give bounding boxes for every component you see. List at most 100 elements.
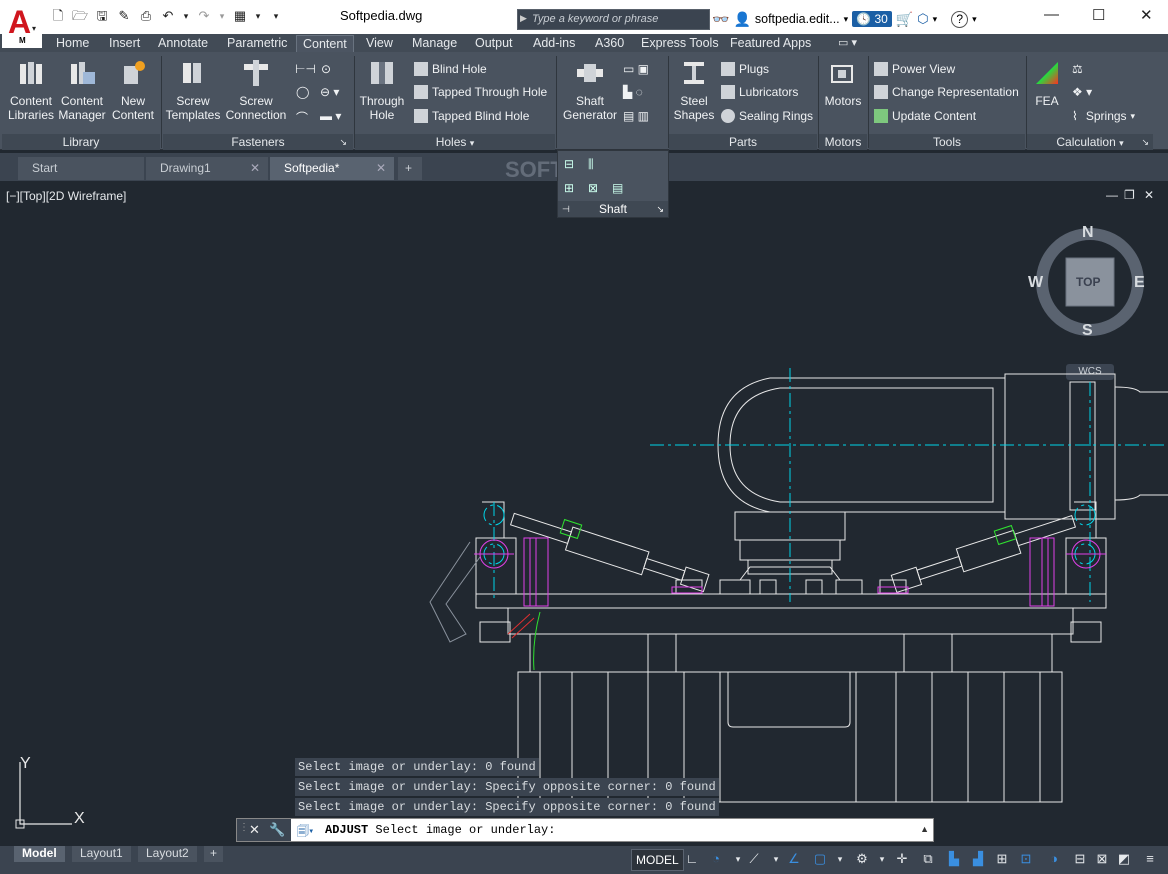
content-libraries-button[interactable]: Content Libraries xyxy=(6,58,56,122)
plus-tool-icon[interactable]: ✛ xyxy=(894,851,910,867)
quick-properties-icon[interactable]: ⊟ xyxy=(1072,851,1088,867)
through-hole-button[interactable]: Through Hole xyxy=(356,58,408,122)
model-space-button[interactable]: MODEL xyxy=(631,849,684,871)
undo-dropdown-icon[interactable]: ▾ xyxy=(182,8,190,24)
user-account-button[interactable]: softpedia.edit... xyxy=(755,12,840,26)
sealing-rings-button[interactable]: Sealing Rings xyxy=(721,109,813,123)
panel-title-calculation[interactable]: Calculation ▾ ↘ xyxy=(1027,134,1153,150)
tab-view[interactable]: View xyxy=(360,35,399,52)
shaft-tool-3-icon[interactable]: ⊞ xyxy=(564,181,574,195)
spring-clip-icon[interactable]: ⌒ xyxy=(296,109,308,126)
new-content-button[interactable]: New Content xyxy=(110,58,156,122)
object-snap-tracking-icon[interactable]: ∠ xyxy=(786,851,802,867)
bearing-icon[interactable]: ▙ ◌ xyxy=(623,85,643,99)
grid-icon[interactable]: ∟ xyxy=(684,851,700,867)
shaft-generator-button[interactable]: Shaft Generator xyxy=(559,58,621,122)
a360-dropdown-icon[interactable]: ▾ xyxy=(933,14,938,25)
tab-content[interactable]: Content xyxy=(296,35,354,52)
polar-tracking-icon[interactable]: ◔ xyxy=(708,851,724,867)
search-expand-icon[interactable]: ▶ xyxy=(520,13,527,24)
steel-shapes-button[interactable]: Steel Shapes xyxy=(672,58,716,122)
tab-annotate[interactable]: Annotate xyxy=(152,35,214,52)
shaft-tool-1-icon[interactable]: ⊟ xyxy=(564,157,574,171)
tab-output[interactable]: Output xyxy=(469,35,519,52)
lubricators-button[interactable]: Lubricators xyxy=(721,85,798,99)
panel-launcher-icon[interactable]: ↘ xyxy=(1141,134,1149,150)
shaft-tool-4-icon[interactable]: ⊠ xyxy=(588,181,598,195)
beam-calculator-icon[interactable]: ⚖ xyxy=(1072,62,1083,76)
layout-tab-model[interactable]: Model xyxy=(14,846,65,862)
a360-icon[interactable]: ⬡ xyxy=(917,11,928,27)
tab-home[interactable]: Home xyxy=(50,35,95,52)
open-file-icon[interactable]: 🗁 xyxy=(72,8,88,24)
help-dropdown-icon[interactable]: ▾ xyxy=(972,14,977,25)
annotation-scale-icon[interactable]: ▙ xyxy=(946,851,962,867)
redo-dropdown-icon[interactable]: ▾ xyxy=(218,8,226,24)
workspace-switch-icon[interactable]: ⧉ xyxy=(920,851,936,867)
file-tab-start[interactable]: Start xyxy=(18,157,144,180)
layout-tab-layout1[interactable]: Layout1 xyxy=(72,846,131,862)
isodraft-icon[interactable]: ⟋ xyxy=(746,851,762,867)
binoculars-icon[interactable]: 👓 xyxy=(712,11,729,28)
blind-hole-button[interactable]: Blind Hole xyxy=(414,62,487,76)
object-snap-icon[interactable]: ▢ xyxy=(812,851,828,867)
object-snap-dropdown-icon[interactable]: ▾ xyxy=(832,851,848,867)
shaft-tool-2-icon[interactable]: ⫼ xyxy=(588,157,594,172)
clean-screen-icon[interactable]: ◩ xyxy=(1116,851,1132,867)
annotation-autoscale-icon[interactable]: ⊞ xyxy=(994,851,1010,867)
maximize-icon[interactable]: ☐ xyxy=(1092,6,1105,24)
workspace-dropdown-icon[interactable]: ▾ xyxy=(254,8,262,24)
customize-qat-icon[interactable]: ▾ xyxy=(268,8,284,24)
bearing-calculator-icon[interactable]: ❖ ▾ xyxy=(1072,85,1092,99)
save-as-icon[interactable]: ✎ xyxy=(116,8,132,24)
tab-add-ins[interactable]: Add-ins xyxy=(527,35,581,52)
tapped-through-hole-button[interactable]: Tapped Through Hole xyxy=(414,85,547,99)
help-icon[interactable]: ? xyxy=(951,10,969,28)
workspace-icon[interactable]: ▦ xyxy=(232,8,248,24)
bolt-icon[interactable]: ⊢⊣ xyxy=(295,62,316,76)
screw-templates-button[interactable]: Screw Templates xyxy=(164,58,222,122)
lock-ui-icon[interactable]: ⊠ xyxy=(1094,851,1110,867)
pin-panel-icon[interactable]: ⊣ xyxy=(562,201,570,217)
close-icon[interactable]: ✕ xyxy=(1140,6,1153,24)
close-tab-icon[interactable]: ✕ xyxy=(250,157,260,179)
rivet-icon[interactable]: ▬ ▾ xyxy=(320,109,341,123)
panel-launcher-icon[interactable]: ↘ xyxy=(339,134,347,150)
pin-icon[interactable]: ⊖ ▾ xyxy=(320,85,339,99)
panel-title-tools[interactable]: Tools xyxy=(869,134,1025,150)
add-layout-button[interactable]: + xyxy=(204,846,224,862)
layout-tab-layout2[interactable]: Layout2 xyxy=(138,846,197,862)
file-tab-softpedia[interactable]: Softpedia* ✕ xyxy=(270,157,394,180)
tab-parametric[interactable]: Parametric xyxy=(221,35,293,52)
power-view-button[interactable]: Power View xyxy=(874,62,955,76)
washer-icon[interactable]: ◯ xyxy=(296,85,309,99)
customization-menu-icon[interactable]: ≡ xyxy=(1142,851,1158,867)
tab-express-tools[interactable]: Express Tools xyxy=(635,35,725,52)
panel-title-parts[interactable]: Parts xyxy=(669,134,817,150)
fea-button[interactable]: FEA xyxy=(1030,58,1064,108)
polar-dropdown-icon[interactable]: ▾ xyxy=(730,851,746,867)
panel-launcher-icon[interactable]: ↘ xyxy=(656,201,664,217)
settings-gear-icon[interactable]: ⚙ xyxy=(854,851,870,867)
panel-title-motors[interactable]: Motors xyxy=(819,134,867,150)
motors-button[interactable]: Motors xyxy=(820,58,866,108)
annotation-visibility-icon[interactable]: ▟ xyxy=(970,851,986,867)
application-menu-button[interactable]: A M ▾ xyxy=(2,2,42,48)
recent-commands-icon[interactable]: 🗐▾ xyxy=(297,822,313,843)
drawing-viewport[interactable]: [−][Top][2D Wireframe] — ❐ ✕ N S E W TOP… xyxy=(0,182,1168,846)
shaft-tool-5-icon[interactable]: ▤ xyxy=(612,181,623,195)
panel-title-holes[interactable]: Holes ▾ xyxy=(355,134,555,150)
close-command-line-icon[interactable]: ✕ xyxy=(249,822,260,838)
new-tab-button[interactable]: + xyxy=(398,157,422,180)
screw-connection-button[interactable]: Screw Connection xyxy=(224,58,288,122)
springs-button[interactable]: ⌇ Springs ▾ xyxy=(1072,109,1135,123)
gear-dropdown-icon[interactable]: ▾ xyxy=(874,851,890,867)
isodraft-dropdown-icon[interactable]: ▾ xyxy=(768,851,784,867)
isolate-objects-icon[interactable]: ⊡ xyxy=(1018,851,1034,867)
search-input[interactable]: ▶ Type a keyword or phrase xyxy=(517,9,710,30)
hardware-acceleration-icon[interactable]: ◑ xyxy=(1046,851,1062,867)
redo-icon[interactable]: ↷ xyxy=(196,8,212,24)
customize-wrench-icon[interactable]: 🔧 xyxy=(269,822,285,838)
tab-manage[interactable]: Manage xyxy=(406,35,463,52)
command-line[interactable]: ⋮ ✕ 🔧 🗐▾ ADJUST Select image or underlay… xyxy=(236,818,934,842)
